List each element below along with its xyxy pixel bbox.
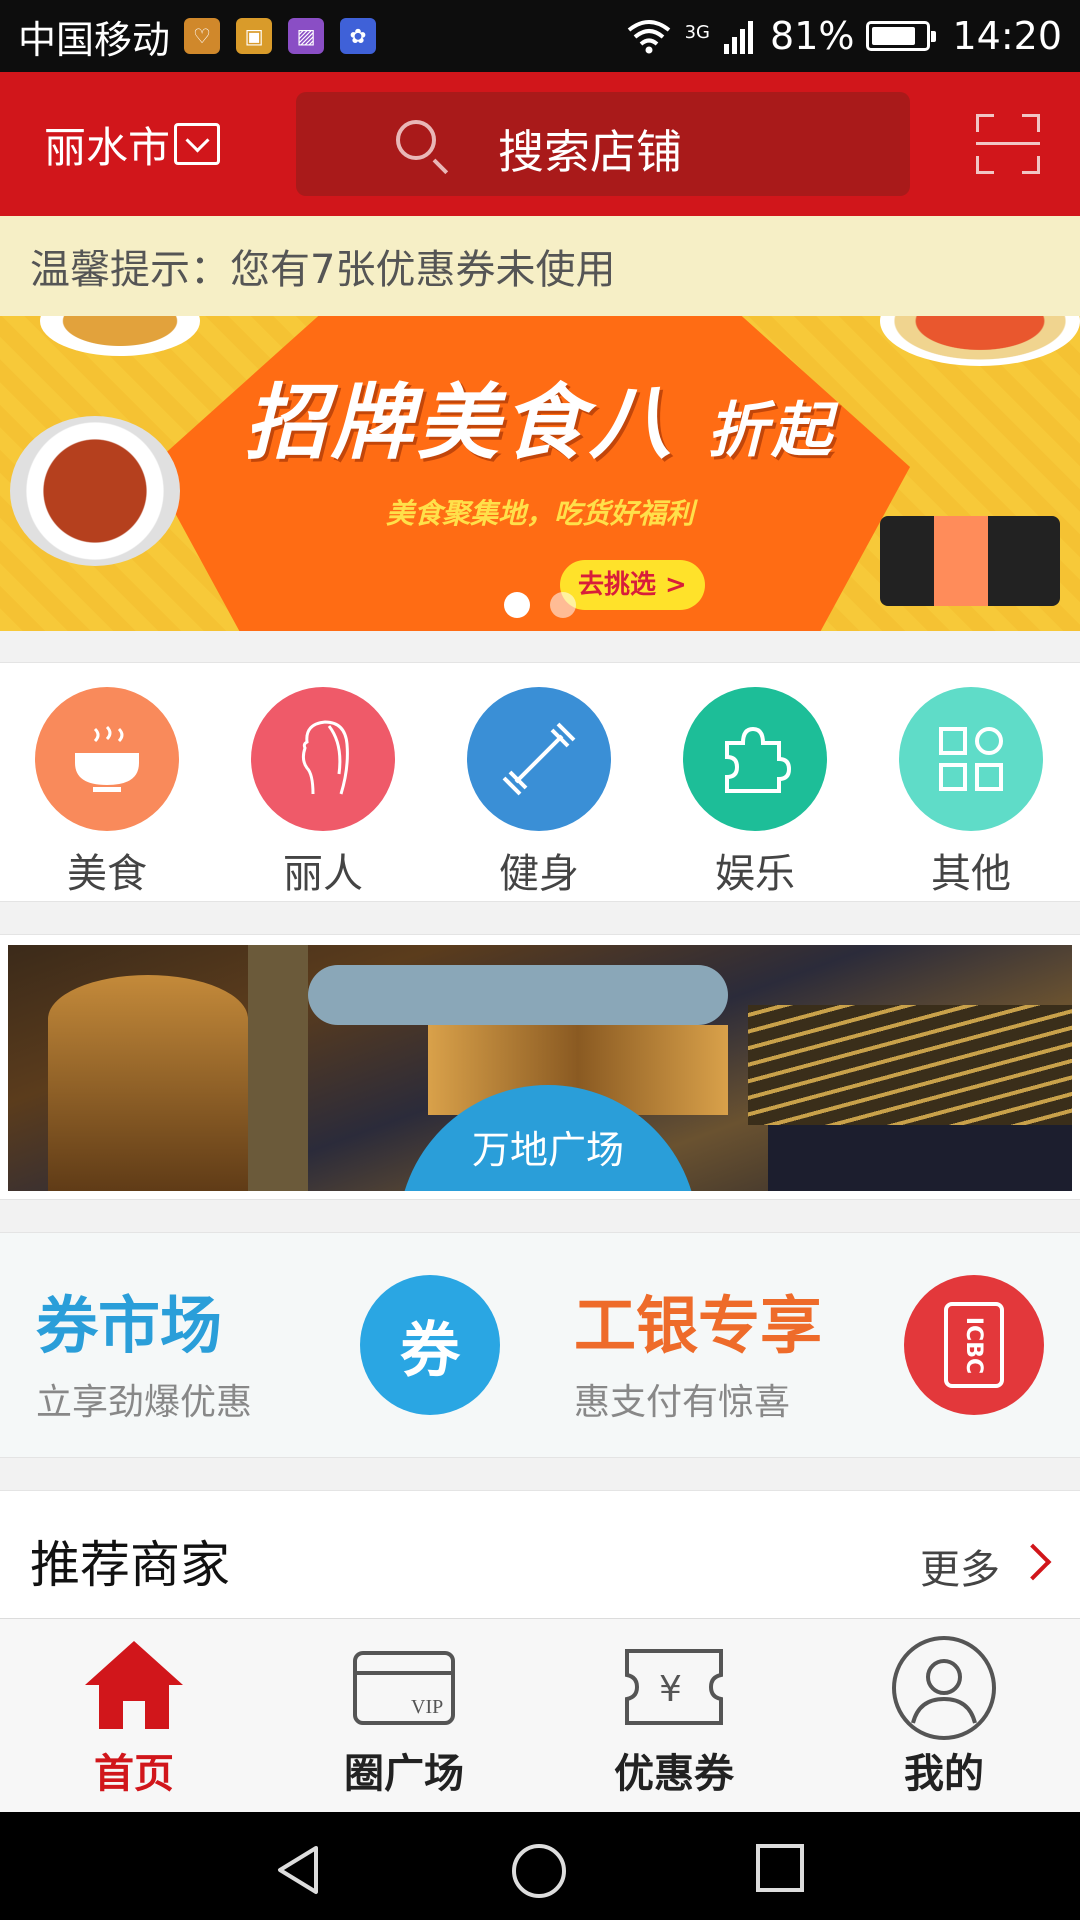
promo-banner[interactable]: 招牌美食八 折起 美食聚集地，吃货好福利 去挑选 > bbox=[0, 316, 1080, 631]
bottom-tab-bar: 首页 VIP 圈广场 ¥ 优惠券 我的 bbox=[0, 1618, 1080, 1812]
svg-text:¥: ¥ bbox=[659, 1669, 682, 1710]
wifi-icon bbox=[627, 20, 670, 54]
tab-label: 圈广场 bbox=[344, 1751, 464, 1797]
coupon-notice[interactable]: 温馨提示：您有7张优惠券未使用 bbox=[0, 216, 1080, 316]
system-navigation-bar bbox=[0, 1812, 1080, 1920]
search-bar[interactable]: 搜索店铺 bbox=[296, 92, 910, 196]
plaza-banner[interactable]: 万地广场 bbox=[0, 934, 1080, 1200]
svg-text:VIP: VIP bbox=[411, 1696, 443, 1718]
chevron-down-icon bbox=[174, 123, 221, 165]
tab-profile[interactable]: 我的 bbox=[844, 1635, 1044, 1799]
home-icon bbox=[85, 1641, 183, 1729]
category-label: 丽人 bbox=[283, 851, 363, 897]
profile-icon bbox=[892, 1636, 996, 1740]
category-food[interactable]: 美食 bbox=[32, 687, 182, 899]
coupon-icon: ¥ bbox=[625, 1649, 723, 1725]
category-label: 娱乐 bbox=[715, 851, 795, 897]
chevron-right-icon[interactable] bbox=[1014, 1543, 1052, 1581]
tab-home[interactable]: 首页 bbox=[34, 1635, 234, 1799]
baidu-notification-icon: ✿ bbox=[340, 18, 377, 54]
shopping-bag-notification-icon: ▣ bbox=[236, 18, 273, 54]
tab-label: 优惠券 bbox=[614, 1751, 734, 1797]
plaza-photo: 万地广场 bbox=[8, 945, 1072, 1191]
coupon-badge-icon: 券 bbox=[360, 1275, 500, 1415]
more-link[interactable]: 更多 bbox=[920, 1537, 1000, 1595]
back-icon[interactable] bbox=[270, 1842, 326, 1898]
battery-fill bbox=[872, 27, 915, 45]
category-icon-circle bbox=[899, 687, 1043, 831]
recommended-merchants-header: 推荐商家 更多 bbox=[0, 1490, 1080, 1618]
tab-label: 首页 bbox=[94, 1751, 174, 1797]
tab-coupons[interactable]: ¥ 优惠券 bbox=[574, 1635, 774, 1799]
category-fitness[interactable]: 健身 bbox=[464, 687, 614, 899]
app-header: 丽水市 搜索店铺 bbox=[0, 72, 1080, 216]
category-other[interactable]: 其他 bbox=[896, 687, 1046, 899]
category-beauty[interactable]: 丽人 bbox=[248, 687, 398, 899]
woman-profile-icon bbox=[301, 720, 349, 795]
category-icon-circle bbox=[683, 687, 827, 831]
category-icon-circle bbox=[467, 687, 611, 831]
icbc-subtitle: 惠支付有惊喜 bbox=[574, 1382, 791, 1423]
search-placeholder: 搜索店铺 bbox=[498, 125, 682, 179]
health-app-notification-icon: ♡ bbox=[184, 18, 221, 54]
puzzle-icon bbox=[725, 726, 792, 793]
status-bar: 中国移动 ♡ ▣ ▨ ✿ 3G 81% 14:20 bbox=[0, 0, 1080, 72]
banner-subtitle: 美食聚集地，吃货好福利 bbox=[385, 497, 694, 530]
battery-percent: 81% bbox=[770, 14, 855, 58]
category-label: 健身 bbox=[499, 851, 579, 897]
vip-card-icon: VIP bbox=[353, 1651, 455, 1725]
network-type: 3G bbox=[684, 22, 711, 43]
icbc-title: 工银专享 bbox=[574, 1289, 823, 1362]
carousel-dot[interactable] bbox=[504, 592, 530, 618]
gallery-notification-icon: ▨ bbox=[288, 18, 325, 54]
category-label: 其他 bbox=[931, 851, 1011, 897]
signal-icon bbox=[724, 21, 754, 54]
dumbbell-icon bbox=[502, 722, 576, 796]
carrier-name: 中国移动 bbox=[18, 17, 171, 62]
notice-text: 温馨提示：您有7张优惠券未使用 bbox=[30, 247, 616, 293]
city-label: 丽水市 bbox=[44, 122, 171, 172]
carousel-dot[interactable] bbox=[550, 592, 576, 618]
recents-icon[interactable] bbox=[754, 1842, 806, 1894]
home-button-icon[interactable] bbox=[510, 1842, 568, 1900]
grid-icon bbox=[939, 727, 1003, 791]
tab-circle-plaza[interactable]: VIP 圈广场 bbox=[304, 1635, 504, 1799]
tab-label: 我的 bbox=[904, 1751, 984, 1797]
banner-cta-button[interactable]: 去挑选 > bbox=[560, 560, 705, 610]
category-icon-circle bbox=[251, 687, 395, 831]
battery-icon bbox=[866, 21, 937, 51]
carousel-indicator bbox=[504, 592, 576, 618]
promo-row: 券市场 立享劲爆优惠 券 工银专享 惠支付有惊喜 ICBC bbox=[0, 1232, 1080, 1458]
city-selector[interactable]: 丽水市 bbox=[44, 114, 221, 175]
clock: 14:20 bbox=[952, 14, 1062, 58]
coupon-market-subtitle: 立享劲爆优惠 bbox=[36, 1382, 253, 1423]
category-icon-circle bbox=[35, 687, 179, 831]
bowl-icon bbox=[75, 725, 139, 792]
category-label: 美食 bbox=[67, 851, 147, 897]
category-grid: 美食 丽人 健身 娱乐 其他 bbox=[0, 662, 1080, 902]
scan-icon[interactable] bbox=[976, 114, 1040, 174]
icbc-logo-icon: ICBC bbox=[904, 1275, 1044, 1415]
pasta-plate-image bbox=[40, 316, 200, 356]
category-entertainment[interactable]: 娱乐 bbox=[680, 687, 830, 899]
coupon-market-title: 券市场 bbox=[36, 1289, 223, 1362]
banner-headline: 招牌美食八 折起 bbox=[244, 376, 836, 471]
section-title: 推荐商家 bbox=[30, 1536, 230, 1594]
search-icon bbox=[396, 120, 436, 160]
